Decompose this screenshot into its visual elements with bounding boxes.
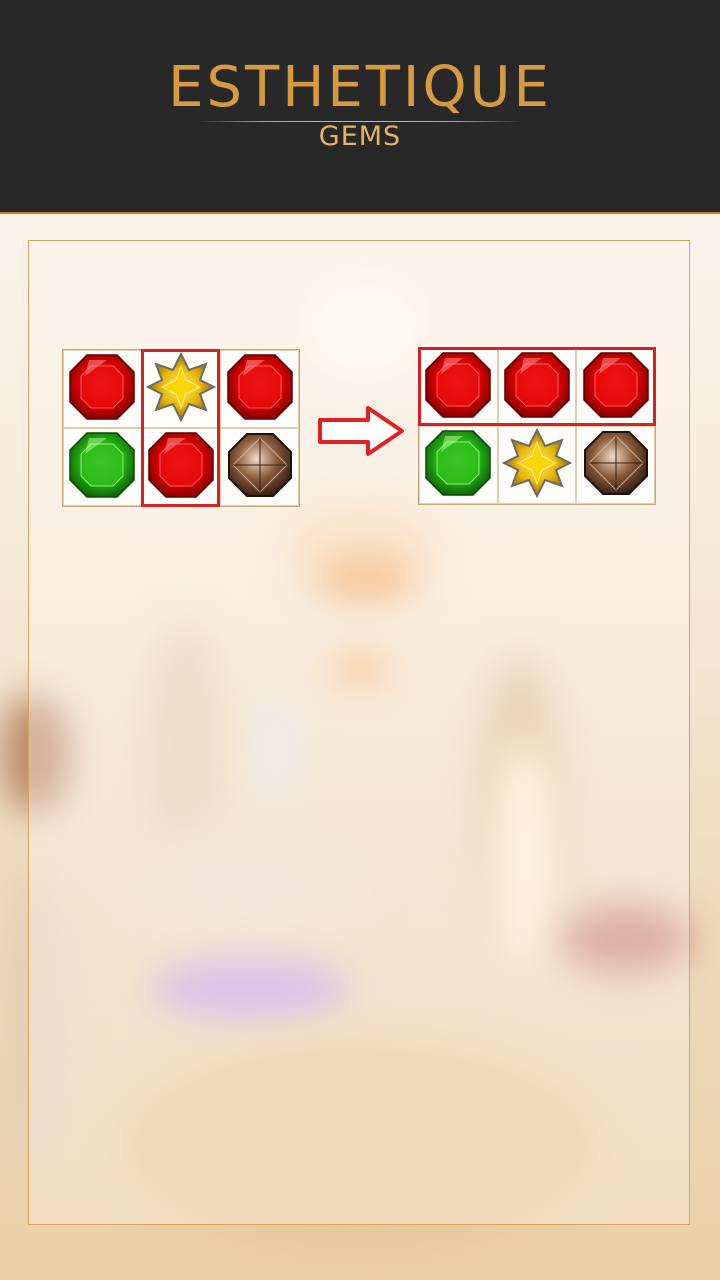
yellow-star-gem-icon xyxy=(145,351,217,427)
grid-cell xyxy=(497,426,577,504)
red-gem-icon xyxy=(67,352,137,427)
grid-cell xyxy=(63,350,142,428)
grid-cell xyxy=(419,426,498,504)
grid-cell xyxy=(220,350,299,428)
grid-cell xyxy=(576,348,655,426)
red-gem-icon xyxy=(581,350,651,425)
grid-cell xyxy=(497,348,577,426)
after-grid xyxy=(418,347,656,505)
grid-cell xyxy=(576,426,655,504)
brown-gem-icon xyxy=(225,430,295,505)
yellow-star-gem-icon xyxy=(501,427,573,503)
grid-cell xyxy=(141,350,221,428)
red-gem-icon xyxy=(225,352,295,427)
red-gem-icon xyxy=(146,430,216,505)
right-arrow-icon xyxy=(318,406,404,456)
app-subtitle: GEMS xyxy=(318,121,402,152)
grid-cell xyxy=(220,428,299,506)
green-gem-icon xyxy=(67,430,137,505)
brown-gem-icon xyxy=(581,428,651,503)
red-gem-icon xyxy=(423,350,493,425)
grid-cell xyxy=(63,428,142,506)
green-gem-icon xyxy=(423,428,493,503)
app-title: ESTHETIQUE xyxy=(168,55,552,120)
header: ESTHETIQUE GEMS xyxy=(0,0,720,214)
before-grid xyxy=(62,349,300,507)
grid-cell xyxy=(141,428,221,506)
red-gem-icon xyxy=(502,350,572,425)
grid-cell xyxy=(419,348,498,426)
